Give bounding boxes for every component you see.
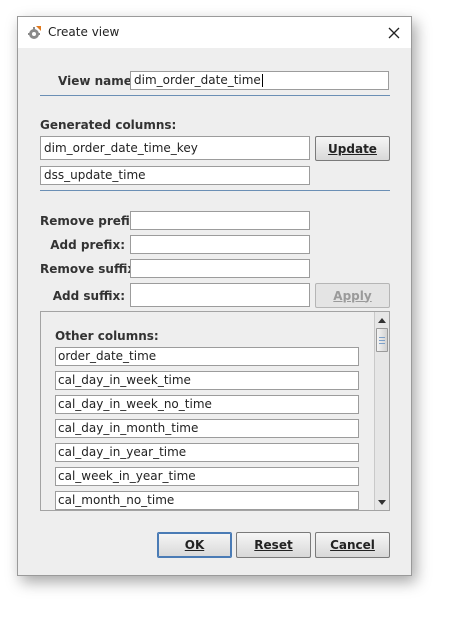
other-columns-viewport: Other columns: order_date_time cal_day_i… (41, 312, 374, 510)
other-column-field[interactable]: cal_day_in_month_time (55, 419, 359, 438)
create-view-dialog: Create view View name: dim_order_date_ti… (17, 16, 412, 576)
remove-prefix-field[interactable] (130, 211, 310, 230)
close-button[interactable] (383, 22, 405, 44)
view-name-field[interactable]: dim_order_date_time (130, 71, 389, 90)
vertical-scrollbar[interactable] (374, 312, 389, 510)
add-prefix-label: Add prefix: (50, 238, 125, 252)
view-name-label: View name: (58, 74, 137, 88)
remove-suffix-label: Remove suffix: (40, 262, 140, 276)
cancel-button-label: Cancel (330, 538, 375, 552)
text-cursor (261, 74, 263, 87)
separator (40, 190, 390, 191)
other-column-field[interactable]: order_date_time (55, 347, 359, 366)
scroll-up-button[interactable] (375, 313, 389, 327)
separator (40, 95, 390, 96)
remove-suffix-field[interactable] (130, 259, 310, 278)
other-column-field[interactable]: cal_day_in_week_no_time (55, 395, 359, 414)
scroll-down-button[interactable] (375, 495, 389, 509)
add-suffix-label: Add suffix: (52, 289, 125, 303)
other-columns-label: Other columns: (55, 329, 159, 343)
generated-columns-label: Generated columns: (40, 118, 177, 132)
thumb-grip (379, 340, 385, 341)
update-button-label: Update (328, 141, 377, 156)
other-columns-panel: Other columns: order_date_time cal_day_i… (40, 311, 390, 511)
add-prefix-field[interactable] (130, 235, 310, 254)
remove-prefix-label: Remove prefix: (40, 214, 143, 228)
scrollbar-thumb[interactable] (376, 328, 388, 352)
title-bar: Create view (18, 17, 411, 48)
other-column-field[interactable]: cal_day_in_week_time (55, 371, 359, 390)
thumb-grip (379, 337, 385, 338)
other-column-field[interactable]: cal_month_no_time (55, 491, 359, 510)
ok-button-label: OK (184, 538, 205, 552)
reset-button[interactable]: Reset (236, 532, 311, 558)
triangle-up-icon (378, 317, 386, 323)
close-icon (388, 27, 400, 39)
thumb-grip (379, 343, 385, 344)
other-column-field[interactable]: cal_week_in_year_time (55, 467, 359, 486)
window-title: Create view (48, 25, 120, 39)
apply-button[interactable]: Apply (315, 283, 390, 308)
view-name-value: dim_order_date_time (134, 73, 261, 87)
ok-button[interactable]: OK (157, 532, 232, 558)
generated-column-field[interactable]: dss_update_time (40, 166, 310, 185)
update-button[interactable]: Update (315, 136, 390, 161)
other-column-field[interactable]: cal_day_in_year_time (55, 443, 359, 462)
reset-button-label: Reset (254, 538, 293, 552)
generated-column-field[interactable]: dim_order_date_time_key (40, 136, 310, 160)
cancel-button[interactable]: Cancel (315, 532, 390, 558)
app-gear-icon (26, 25, 42, 41)
add-suffix-field[interactable] (130, 283, 310, 307)
apply-button-label: Apply (333, 288, 372, 303)
triangle-down-icon (378, 499, 386, 505)
